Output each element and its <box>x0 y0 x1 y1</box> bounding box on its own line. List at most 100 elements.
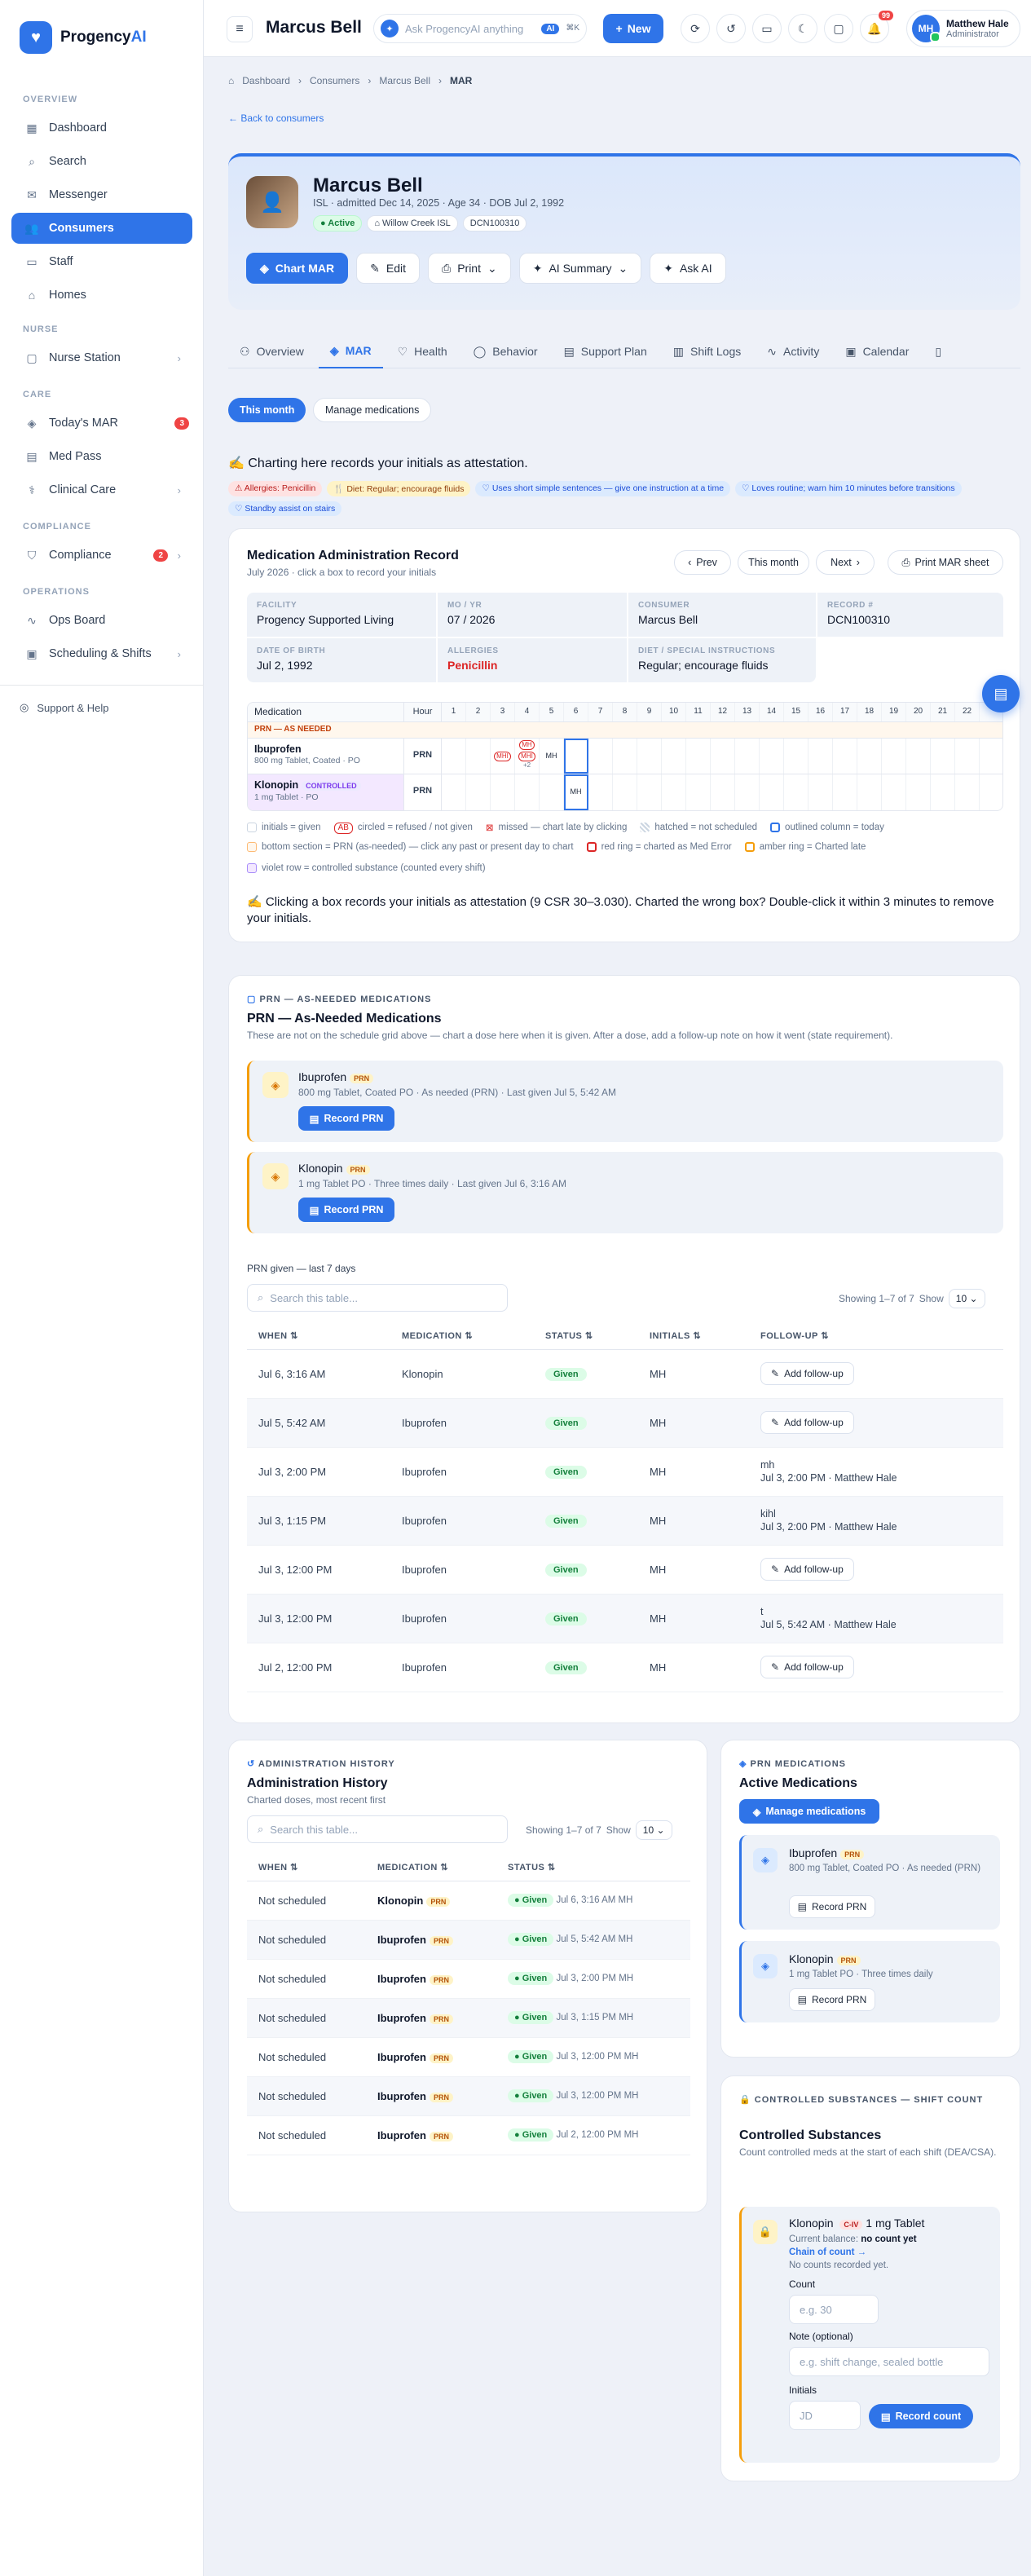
tab-health[interactable]: ♡ Health <box>386 334 459 368</box>
add-follow-up-button[interactable]: ✎ Add follow-up <box>760 1411 854 1434</box>
mar-cell[interactable] <box>882 774 906 810</box>
mar-cell[interactable] <box>906 739 931 774</box>
new-button[interactable]: + New <box>603 14 663 43</box>
ai-summary-button[interactable]: ✦ AI Summary ⌄ <box>518 253 642 284</box>
ask-ai-button[interactable]: ✦ Ask AI <box>650 253 726 284</box>
tab-shift-logs[interactable]: ▥ Shift Logs <box>662 334 753 368</box>
mar-cell[interactable] <box>784 739 808 774</box>
col-follow-up[interactable]: FOLLOW-UP ⇅ <box>749 1323 1003 1350</box>
mar-cell[interactable] <box>833 739 857 774</box>
mar-cell[interactable] <box>564 739 588 774</box>
messages-button[interactable]: ▢ <box>824 14 853 43</box>
mar-cell[interactable] <box>857 774 882 810</box>
page-size-select[interactable]: 10 ⌄ <box>948 1289 985 1308</box>
col-medication[interactable]: MEDICATION ⇅ <box>366 1855 496 1881</box>
breadcrumb-consumer[interactable]: Marcus Bell <box>379 75 430 86</box>
app-logo[interactable]: ♥ ProgencyAI <box>20 21 147 54</box>
mar-cell[interactable] <box>637 739 662 774</box>
back-link[interactable]: ← Back to consumers <box>228 112 324 124</box>
refresh-button[interactable]: ⟳ <box>681 14 710 43</box>
mar-cell[interactable] <box>735 774 760 810</box>
user-menu[interactable]: MH Matthew Hale Administrator <box>906 10 1020 47</box>
print-button[interactable]: ⎙ Print ⌄ <box>427 253 511 284</box>
sidebar-item-todays-mar[interactable]: ◈ Today's MAR 3 <box>11 408 192 439</box>
mar-cell[interactable] <box>760 774 784 810</box>
col-status[interactable]: STATUS ⇅ <box>496 1855 690 1881</box>
sidebar-item-search[interactable]: ⌕ Search <box>11 146 192 177</box>
mar-cell[interactable] <box>906 774 931 810</box>
ask-ai-search[interactable]: ✦ Ask ProgencyAI anything AI ⌘K <box>373 14 587 43</box>
note-input[interactable]: e.g. shift change, sealed bottle <box>789 2347 989 2376</box>
tab-calendar[interactable]: ▣ Calendar <box>834 334 920 368</box>
sidebar-item-staff[interactable]: ▭ Staff <box>11 246 192 277</box>
col-medication[interactable]: MEDICATION ⇅ <box>390 1323 534 1350</box>
mar-cell[interactable] <box>491 774 515 810</box>
sidebar-item-clinical-care[interactable]: ⚕ Clinical Care › <box>11 474 192 505</box>
col-status[interactable]: STATUS ⇅ <box>534 1323 638 1350</box>
sidebar-item-consumers[interactable]: 👥 Consumers <box>11 213 192 244</box>
mar-cell[interactable]: MHI <box>491 739 515 774</box>
mar-cell[interactable] <box>515 774 540 810</box>
count-input[interactable]: e.g. 30 <box>789 2295 879 2324</box>
sidebar-item-homes[interactable]: ⌂ Homes <box>11 280 192 311</box>
prn-search-input[interactable]: ⌕ Search this table... <box>247 1284 508 1312</box>
this-month-button[interactable]: This month <box>738 550 809 575</box>
mar-cell[interactable] <box>711 739 735 774</box>
home-tag[interactable]: ⌂ Willow Creek ISL <box>367 215 458 232</box>
sidebar-item-ops-board[interactable]: ∿ Ops Board <box>11 605 192 636</box>
mar-cell[interactable] <box>540 774 564 810</box>
display-button[interactable]: ▭ <box>752 14 782 43</box>
mar-cell[interactable] <box>735 739 760 774</box>
col-when[interactable]: WHEN ⇅ <box>247 1323 390 1350</box>
breadcrumb-consumers[interactable]: Consumers <box>310 75 359 86</box>
sidebar-item-dashboard[interactable]: ▦ Dashboard <box>11 112 192 143</box>
mar-cell[interactable] <box>808 739 833 774</box>
mar-cell[interactable] <box>711 774 735 810</box>
mar-cell[interactable] <box>760 739 784 774</box>
mar-cell[interactable]: MH MHI +2 <box>515 739 540 774</box>
tab-behavior[interactable]: ◯ Behavior <box>462 334 549 368</box>
manage-medications-pill[interactable]: Manage medications <box>313 398 432 422</box>
record-prn-button[interactable]: ▤ Record PRN <box>789 1988 875 2011</box>
next-month-button[interactable]: Next › <box>816 550 875 575</box>
col-when[interactable]: WHEN ⇅ <box>247 1855 366 1881</box>
mar-cell[interactable] <box>955 774 980 810</box>
tab-more[interactable]: ▯ <box>923 334 953 368</box>
mar-cell[interactable] <box>588 739 613 774</box>
record-prn-button[interactable]: ▤ Record PRN <box>298 1198 394 1222</box>
prev-month-button[interactable]: ‹ Prev <box>674 550 731 575</box>
chain-of-count-link[interactable]: Chain of count → <box>789 2247 866 2257</box>
mar-cell[interactable]: MH <box>564 774 588 810</box>
tab-activity[interactable]: ∿ Activity <box>756 334 831 368</box>
mar-cell[interactable] <box>808 774 833 810</box>
menu-toggle-button[interactable]: ≡ <box>227 16 253 42</box>
breadcrumb-dashboard[interactable]: Dashboard <box>242 75 290 86</box>
mar-cell[interactable] <box>784 774 808 810</box>
initials-input[interactable]: JD <box>789 2401 861 2430</box>
mar-cell[interactable] <box>955 739 980 774</box>
sidebar-item-scheduling[interactable]: ▣ Scheduling & Shifts › <box>11 638 192 669</box>
tab-support-plan[interactable]: ▤ Support Plan <box>553 334 659 368</box>
mar-cell[interactable] <box>613 774 637 810</box>
sidebar-item-nurse-station[interactable]: ▢ Nurse Station › <box>11 342 192 373</box>
record-prn-button[interactable]: ▤ Record PRN <box>298 1106 394 1131</box>
mar-cell[interactable] <box>686 774 711 810</box>
tab-mar[interactable]: ◈ MAR <box>318 334 383 368</box>
theme-toggle-button[interactable]: ☾ <box>788 14 817 43</box>
print-mar-button[interactable]: ⎙ Print MAR sheet <box>888 550 1003 575</box>
sidebar-item-messenger[interactable]: ✉ Messenger <box>11 179 192 210</box>
mar-cell[interactable] <box>442 739 466 774</box>
mar-cell[interactable] <box>466 739 491 774</box>
add-follow-up-button[interactable]: ✎ Add follow-up <box>760 1362 854 1385</box>
col-initials[interactable]: INITIALS ⇅ <box>638 1323 749 1350</box>
add-follow-up-button[interactable]: ✎ Add follow-up <box>760 1656 854 1678</box>
add-follow-up-button[interactable]: ✎ Add follow-up <box>760 1558 854 1581</box>
mar-cell[interactable] <box>857 739 882 774</box>
history-search-input[interactable]: ⌕ Search this table... <box>247 1815 508 1843</box>
mar-cell[interactable] <box>588 774 613 810</box>
mar-cell[interactable] <box>833 774 857 810</box>
support-link[interactable]: ◎ Support & Help <box>20 701 109 714</box>
mar-cell[interactable]: MH <box>540 739 564 774</box>
record-count-button[interactable]: ▤ Record count <box>869 2404 973 2428</box>
mar-cell[interactable] <box>686 739 711 774</box>
